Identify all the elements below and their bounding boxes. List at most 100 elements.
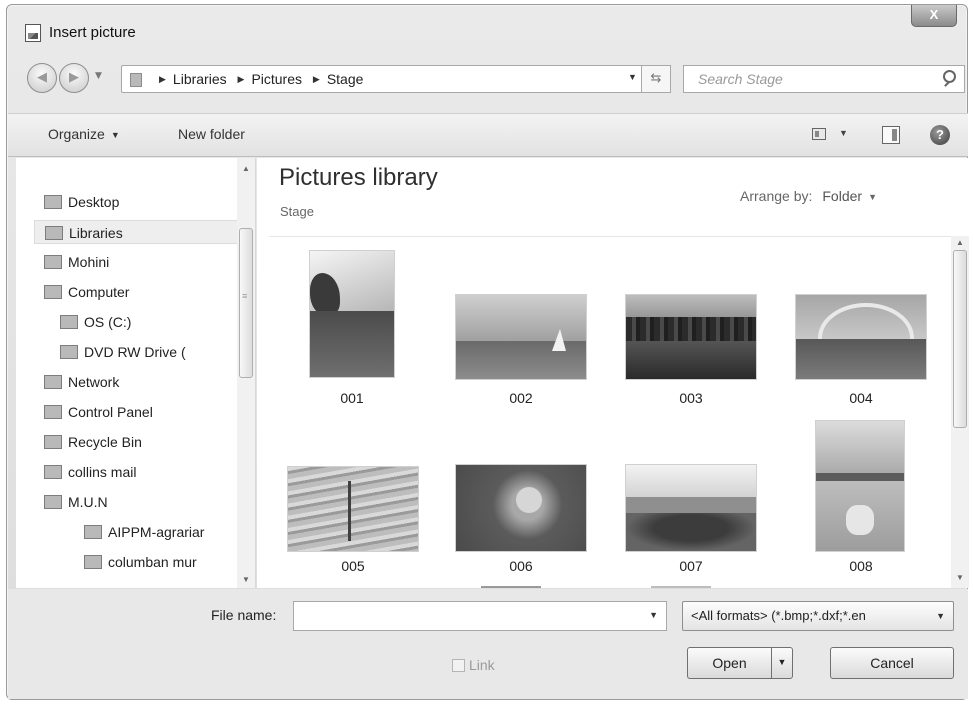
file-type-filter[interactable]: <All formats> (*.bmp;*.dxf;*.en ▼ (682, 601, 954, 631)
title-bar[interactable]: Insert picture X (7, 5, 967, 55)
search-icon[interactable] (942, 70, 956, 86)
search-placeholder: Search Stage (698, 71, 783, 87)
recycle-bin-icon (44, 435, 62, 449)
control-panel-icon (44, 405, 62, 419)
breadcrumb-libraries[interactable]: Libraries (173, 71, 227, 87)
breadcrumb-arrow-icon[interactable]: ▶ (313, 74, 320, 84)
cancel-button[interactable]: Cancel (830, 647, 954, 679)
preview-pane-icon[interactable] (882, 126, 900, 144)
file-name-input[interactable]: ▼ (293, 601, 667, 631)
thumbnail-003[interactable] (625, 294, 757, 380)
nav-item-label: M.U.N (68, 494, 108, 510)
nav-item-network[interactable]: Network (44, 370, 119, 394)
nav-item-label: Mohini (68, 254, 110, 270)
recent-locations-dropdown[interactable]: ▼ (95, 71, 102, 81)
file-name-006[interactable]: 006 (456, 558, 586, 574)
nav-item-label: Control Panel (68, 404, 153, 420)
arrange-by-dropdown[interactable]: Folder (822, 188, 862, 204)
view-options-dropdown-icon[interactable]: ▼ (839, 128, 848, 138)
user-icon (44, 255, 62, 269)
nav-item-control-panel[interactable]: Control Panel (44, 400, 153, 424)
folder-icon (84, 555, 102, 569)
nav-item-libraries[interactable]: Libraries (34, 220, 238, 244)
thumbnail-008[interactable] (815, 420, 905, 552)
file-name-002[interactable]: 002 (456, 390, 586, 406)
thumbnail-edge (481, 586, 541, 588)
organize-button[interactable]: Organize ▼ (48, 126, 120, 142)
breadcrumb-arrow-icon[interactable]: ▶ (238, 74, 245, 84)
file-name-001[interactable]: 001 (287, 390, 417, 406)
nav-item-recycle-bin[interactable]: Recycle Bin (44, 430, 142, 454)
nav-scroll-thumb[interactable] (239, 228, 253, 378)
refresh-icon: ⇆ (650, 71, 662, 86)
window-title: Insert picture (49, 24, 136, 41)
forward-arrow-icon: ▶ (69, 70, 79, 85)
back-arrow-icon: ◀ (37, 70, 47, 85)
scroll-up-icon[interactable]: ▲ (242, 164, 250, 173)
nav-item-label: Desktop (68, 194, 120, 210)
open-options-dropdown[interactable]: ▼ (771, 647, 793, 679)
thumbnail-edge (651, 586, 711, 588)
nav-item-desktop[interactable]: Desktop (44, 190, 119, 214)
file-name-004[interactable]: 004 (796, 390, 926, 406)
file-type-value: <All formats> (*.bmp;*.dxf;*.en (691, 608, 866, 623)
chevron-down-icon: ▼ (110, 130, 120, 140)
checkbox-icon (452, 659, 465, 672)
thumbnail-004[interactable] (795, 294, 927, 380)
file-name-008[interactable]: 008 (796, 558, 926, 574)
thumbnail-006[interactable] (455, 464, 587, 552)
thumbnail-005[interactable] (287, 466, 419, 552)
nav-item-label: Computer (68, 284, 130, 300)
thumbnail-002[interactable] (455, 294, 587, 380)
nav-item-collins-mail[interactable]: collins mail (44, 460, 136, 484)
nav-item-dvd-drive[interactable]: DVD RW Drive ( (60, 340, 186, 364)
file-list-pane: Pictures library Stage Arrange by: Folder… (257, 158, 969, 588)
forward-button[interactable]: ▶ (59, 63, 89, 93)
new-folder-button[interactable]: New folder (178, 126, 245, 142)
file-list-scroll-thumb[interactable] (953, 250, 967, 428)
breadcrumb-arrow-icon[interactable]: ▶ (159, 74, 166, 84)
refresh-button[interactable]: ⇆ (641, 65, 671, 93)
dvd-drive-icon (60, 345, 78, 359)
nav-item-label: Network (68, 374, 120, 390)
open-button[interactable]: Open (687, 647, 771, 679)
change-view-icon[interactable] (812, 128, 826, 140)
dialog-footer: File name: ▼ <All formats> (*.bmp;*.dxf;… (8, 589, 968, 699)
network-icon (44, 375, 62, 389)
chevron-down-icon[interactable]: ▼ (649, 610, 658, 620)
address-bar[interactable]: ▶ Libraries ▶ Pictures ▶ Stage ▼ (121, 65, 669, 93)
file-list-scrollbar[interactable]: ▲ ▼ (951, 236, 969, 588)
nav-item-os-drive[interactable]: OS (C:) (60, 310, 131, 334)
folder-icon (44, 465, 62, 479)
drive-icon (60, 315, 78, 329)
file-name-007[interactable]: 007 (626, 558, 756, 574)
address-dropdown-icon[interactable]: ▼ (628, 72, 637, 82)
thumbnail-001[interactable] (309, 250, 395, 378)
scroll-down-icon[interactable]: ▼ (956, 573, 964, 582)
breadcrumb-stage[interactable]: Stage (327, 71, 364, 87)
folder-icon (84, 525, 102, 539)
nav-item-mohini[interactable]: Mohini (44, 250, 109, 274)
back-button[interactable]: ◀ (27, 63, 57, 93)
breadcrumb-pictures[interactable]: Pictures (251, 71, 302, 87)
nav-item-aippm[interactable]: AIPPM-agrariar (84, 520, 204, 544)
file-name-005[interactable]: 005 (288, 558, 418, 574)
nav-item-columban[interactable]: columban mur (84, 550, 197, 574)
scroll-up-icon[interactable]: ▲ (956, 238, 964, 247)
nav-item-computer[interactable]: Computer (44, 280, 129, 304)
nav-scrollbar[interactable]: ▲ ▼ (237, 158, 255, 588)
thumbnail-007[interactable] (625, 464, 757, 552)
library-subtitle: Stage (280, 204, 314, 219)
libraries-icon (45, 226, 63, 240)
search-input[interactable]: Search Stage (683, 65, 965, 93)
divider (269, 236, 959, 237)
nav-item-mun[interactable]: M.U.N (44, 490, 108, 514)
scroll-down-icon[interactable]: ▼ (242, 575, 250, 584)
desktop-icon (44, 195, 62, 209)
chevron-down-icon[interactable]: ▼ (868, 192, 877, 202)
nav-item-label: Libraries (69, 225, 123, 241)
help-icon[interactable]: ? (930, 125, 950, 145)
file-name-003[interactable]: 003 (626, 390, 756, 406)
close-button[interactable]: X (911, 5, 957, 27)
computer-icon (44, 285, 62, 299)
